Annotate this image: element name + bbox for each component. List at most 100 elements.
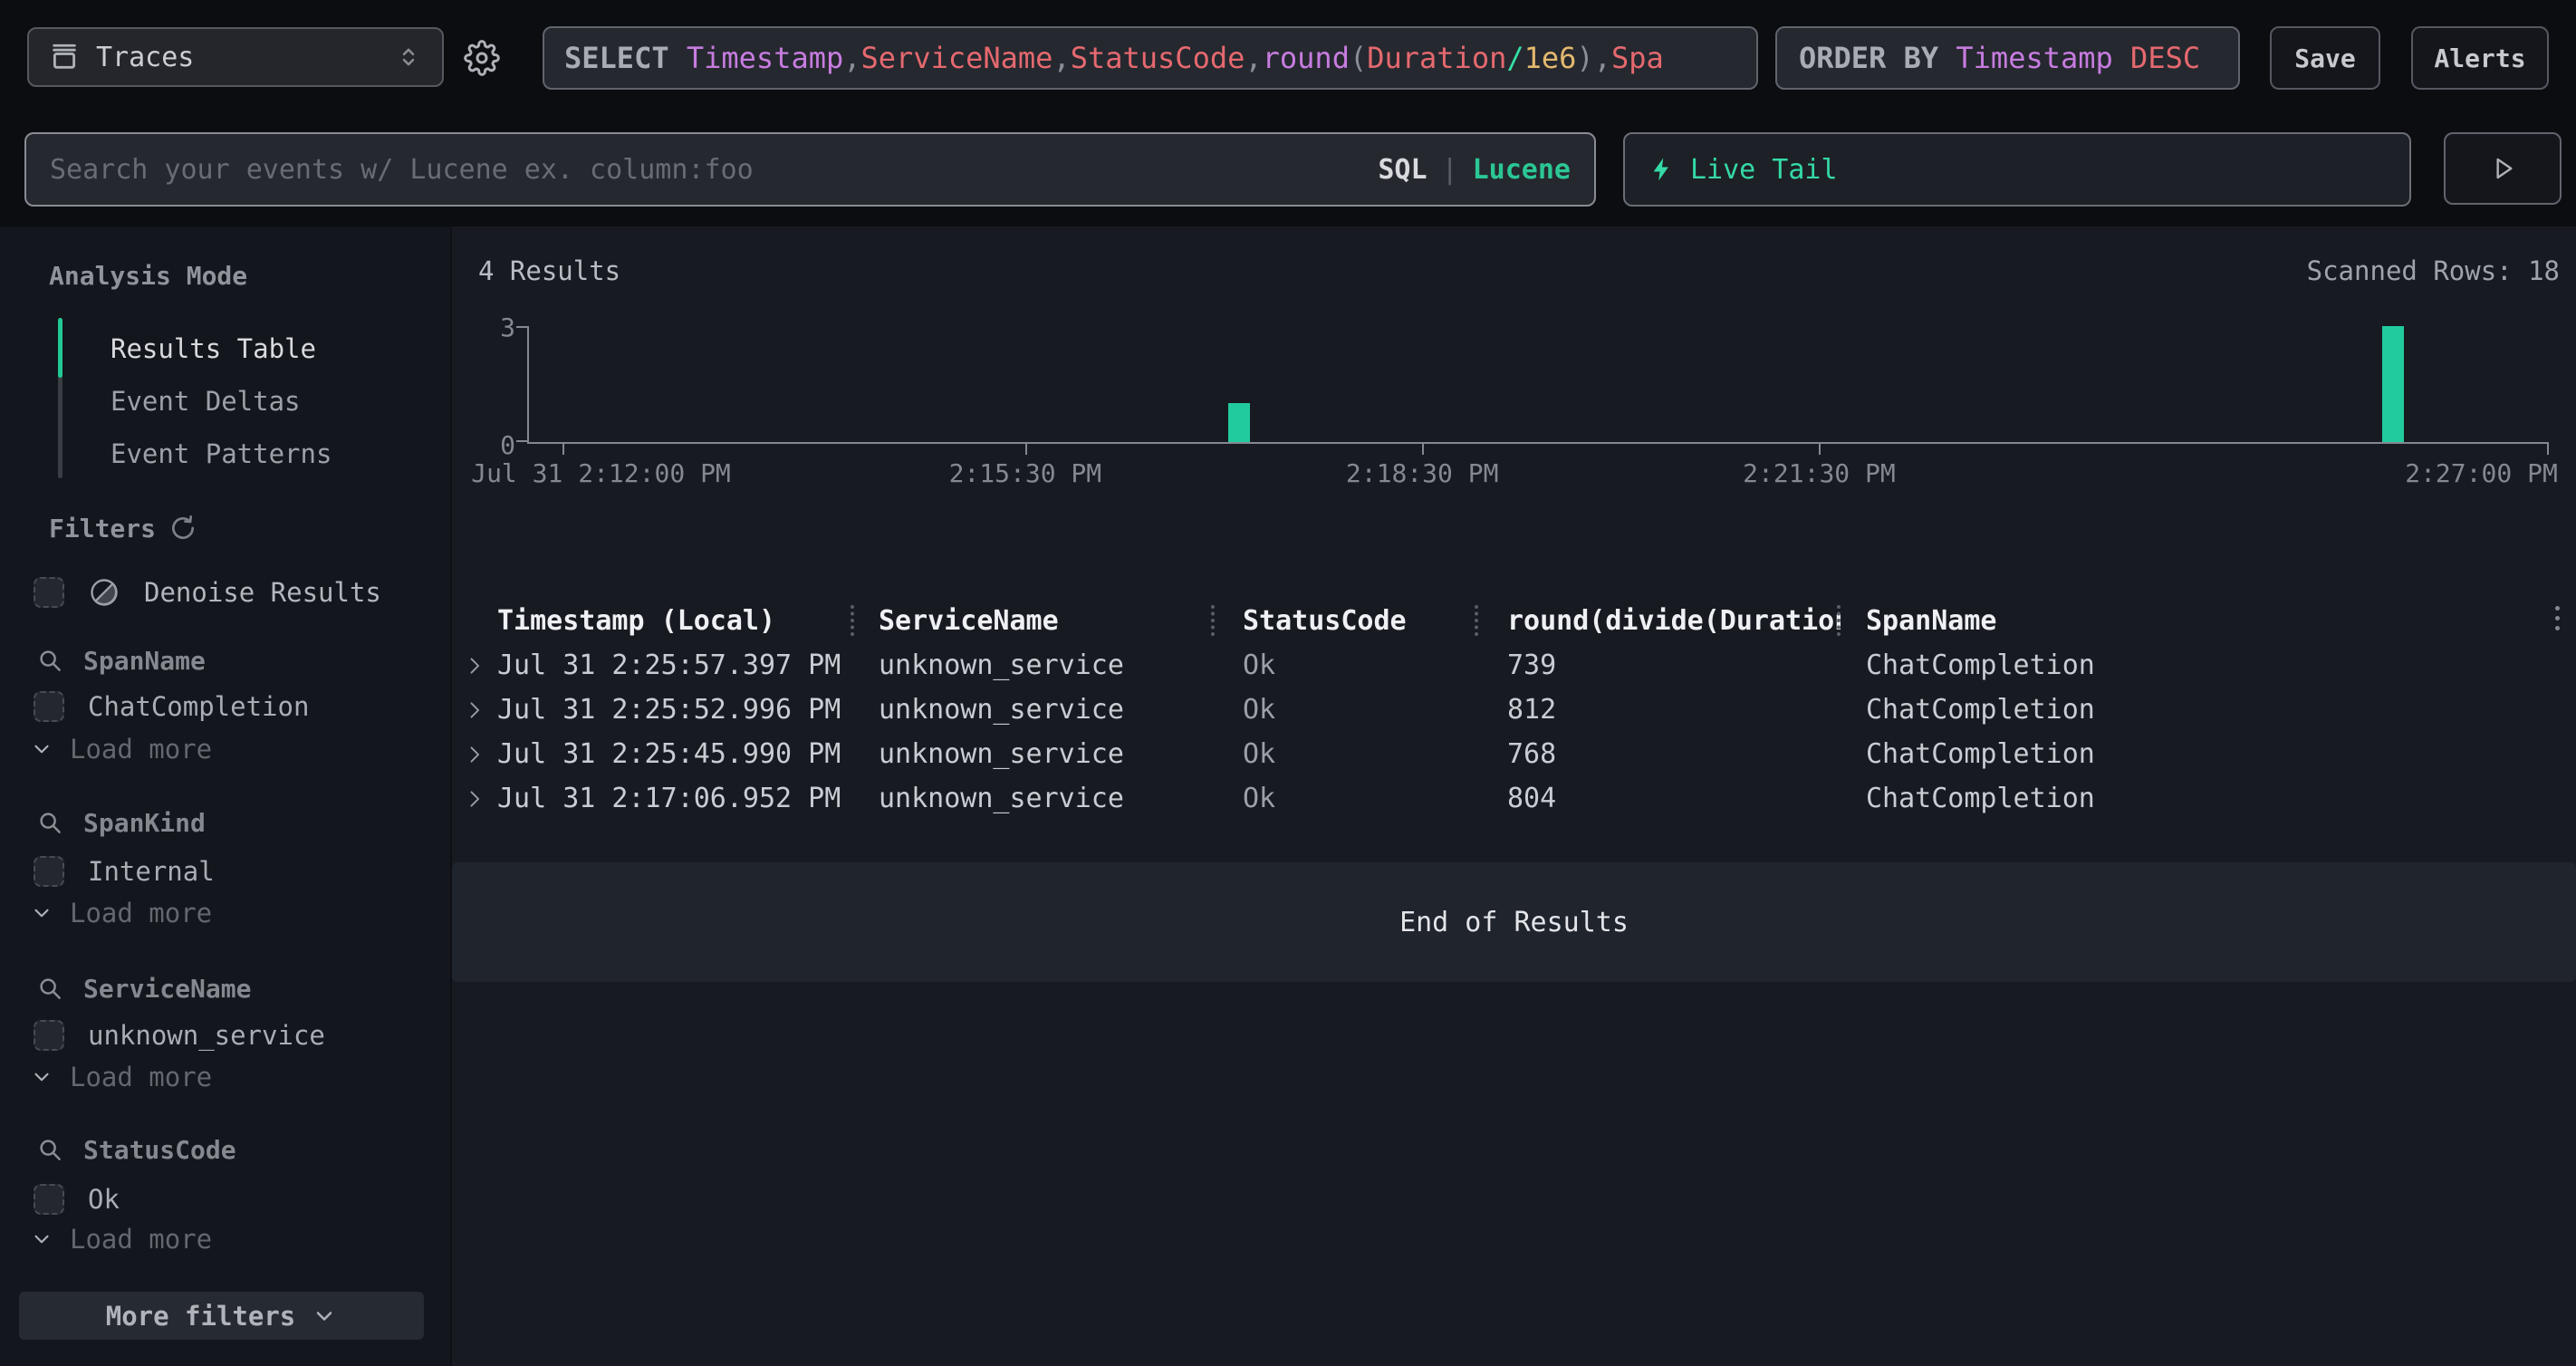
table-row[interactable]: Jul 31 2:25:57.397 PM unknown_service Ok… — [452, 643, 2576, 688]
live-tail-button[interactable]: Live Tail — [1623, 132, 2411, 207]
x-axis-tick — [1025, 442, 1027, 455]
filter-value-label: Ok — [88, 1184, 120, 1215]
search-input[interactable] — [50, 154, 1378, 186]
histogram-bar — [1228, 403, 1250, 442]
column-header-timestamp[interactable]: Timestamp (Local) — [497, 598, 854, 643]
filter-value-row[interactable]: unknown_service — [34, 1017, 325, 1053]
column-header-spanname[interactable]: SpanName — [1841, 598, 2576, 643]
filter-checkbox[interactable] — [34, 856, 64, 887]
row-expand-icon[interactable] — [452, 742, 497, 767]
load-more-label: Load more — [70, 898, 212, 928]
cell-duration: 768 — [1478, 738, 1841, 770]
analysis-mode-heading: Analysis Mode — [49, 260, 247, 291]
cell-statuscode: Ok — [1215, 694, 1478, 726]
search-icon[interactable] — [36, 1136, 63, 1163]
nav-item-results-table[interactable]: Results Table — [111, 333, 316, 364]
filter-checkbox[interactable] — [34, 1020, 64, 1051]
sql-token: DESC — [2113, 41, 2200, 75]
load-more-button[interactable]: Load more — [30, 1062, 212, 1092]
filter-value-label: Internal — [88, 856, 215, 887]
source-select[interactable]: Traces — [27, 27, 444, 87]
results-table-header: Timestamp (Local) ServiceName StatusCode… — [452, 598, 2576, 643]
filter-value-label: unknown_service — [88, 1020, 325, 1051]
order-by-editor[interactable]: ORDER BY Timestamp DESC — [1775, 26, 2240, 90]
settings-button[interactable] — [460, 38, 504, 78]
results-histogram: 3 0 Jul 31 2:12:00 PM2:15:30 PM2:18:30 P… — [452, 317, 2576, 513]
row-expand-icon[interactable] — [452, 653, 497, 678]
nav-item-event-deltas[interactable]: Event Deltas — [111, 386, 301, 417]
cell-duration: 739 — [1478, 649, 1841, 681]
live-tail-label: Live Tail — [1690, 154, 1838, 186]
table-row[interactable]: Jul 31 2:25:45.990 PM unknown_service Ok… — [452, 732, 2576, 776]
column-header-statuscode[interactable]: StatusCode — [1215, 598, 1478, 643]
table-row[interactable]: Jul 31 2:17:06.952 PM unknown_service Ok… — [452, 776, 2576, 821]
refresh-icon[interactable] — [168, 514, 197, 543]
y-axis-tick — [516, 440, 527, 442]
filter-value-row[interactable]: Internal — [34, 853, 215, 890]
search-icon[interactable] — [36, 975, 63, 1002]
sql-token: Timestamp — [1956, 41, 2112, 75]
load-more-button[interactable]: Load more — [30, 1224, 212, 1255]
cell-statuscode: Ok — [1215, 649, 1478, 681]
cell-timestamp: Jul 31 2:17:06.952 PM — [497, 783, 854, 814]
alerts-button[interactable]: Alerts — [2411, 26, 2549, 90]
filter-checkbox[interactable] — [34, 691, 64, 722]
cell-statuscode: Ok — [1215, 783, 1478, 814]
sql-select-editor[interactable]: SELECT Timestamp,ServiceName,StatusCode,… — [543, 26, 1758, 90]
sql-token: Duration — [1367, 41, 1506, 75]
denoise-checkbox[interactable] — [34, 577, 64, 608]
save-button[interactable]: Save — [2270, 26, 2380, 90]
cell-servicename: unknown_service — [854, 783, 1215, 814]
play-icon — [2488, 154, 2517, 183]
load-more-label: Load more — [70, 1062, 212, 1092]
language-toggle: SQL | Lucene — [1378, 154, 1571, 186]
filter-value-row[interactable]: ChatCompletion — [34, 688, 309, 725]
sql-token: SELECT — [564, 41, 687, 75]
sql-token: 1e6 — [1524, 41, 1577, 75]
x-axis-tick — [1819, 442, 1821, 455]
row-expand-icon[interactable] — [452, 697, 497, 723]
end-of-results-banner: End of Results — [452, 862, 2576, 982]
sql-token: Timestamp — [687, 41, 843, 75]
lucene-mode-toggle[interactable]: Lucene — [1473, 154, 1571, 186]
search-icon[interactable] — [36, 809, 63, 836]
filter-group-label: SpanName — [83, 646, 206, 676]
end-of-results-label: End of Results — [1399, 907, 1629, 938]
load-more-label: Load more — [70, 734, 212, 765]
row-expand-icon[interactable] — [452, 786, 497, 812]
sql-token: , — [1594, 41, 1611, 75]
cell-servicename: unknown_service — [854, 738, 1215, 770]
filter-checkbox[interactable] — [34, 1184, 64, 1215]
filter-group-servicename: ServiceName — [36, 973, 251, 1004]
load-more-button[interactable]: Load more — [30, 734, 212, 765]
filter-group-statuscode: StatusCode — [36, 1134, 236, 1165]
sql-mode-toggle[interactable]: SQL — [1378, 154, 1427, 186]
chart-plot[interactable]: Jul 31 2:12:00 PM2:15:30 PM2:18:30 PM2:2… — [527, 326, 2547, 444]
filter-value-row[interactable]: Ok — [34, 1181, 120, 1217]
gear-icon — [464, 40, 500, 76]
more-filters-button[interactable]: More filters — [19, 1292, 424, 1340]
table-row[interactable]: Jul 31 2:25:52.996 PM unknown_service Ok… — [452, 688, 2576, 732]
lightning-bolt-icon — [1648, 156, 1676, 183]
scanned-rows: Scanned Rows: 18 — [2307, 255, 2560, 286]
cell-servicename: unknown_service — [854, 694, 1215, 726]
column-header-servicename[interactable]: ServiceName — [854, 598, 1215, 643]
sql-token: Spa — [1611, 41, 1664, 75]
denoise-results-row[interactable]: Denoise Results — [34, 574, 381, 611]
column-options-icon[interactable] — [2555, 606, 2560, 630]
active-rail-segment — [58, 318, 62, 378]
run-query-button[interactable] — [2444, 132, 2562, 205]
x-axis-tick — [2547, 442, 2549, 455]
chevron-down-icon — [30, 901, 53, 925]
table-icon — [49, 42, 80, 72]
cell-spanname: ChatCompletion — [1841, 694, 2576, 726]
cell-timestamp: Jul 31 2:25:57.397 PM — [497, 649, 854, 681]
load-more-button[interactable]: Load more — [30, 898, 212, 928]
nav-item-event-patterns[interactable]: Event Patterns — [111, 438, 332, 469]
search-icon[interactable] — [36, 647, 63, 674]
source-select-label: Traces — [96, 42, 194, 73]
column-header-duration[interactable]: round(divide(Duration, — [1478, 598, 1841, 643]
filter-group-label: ServiceName — [83, 974, 251, 1004]
search-bar[interactable]: SQL | Lucene — [24, 132, 1596, 207]
x-axis-tick-label: 2:15:30 PM — [949, 458, 1102, 488]
